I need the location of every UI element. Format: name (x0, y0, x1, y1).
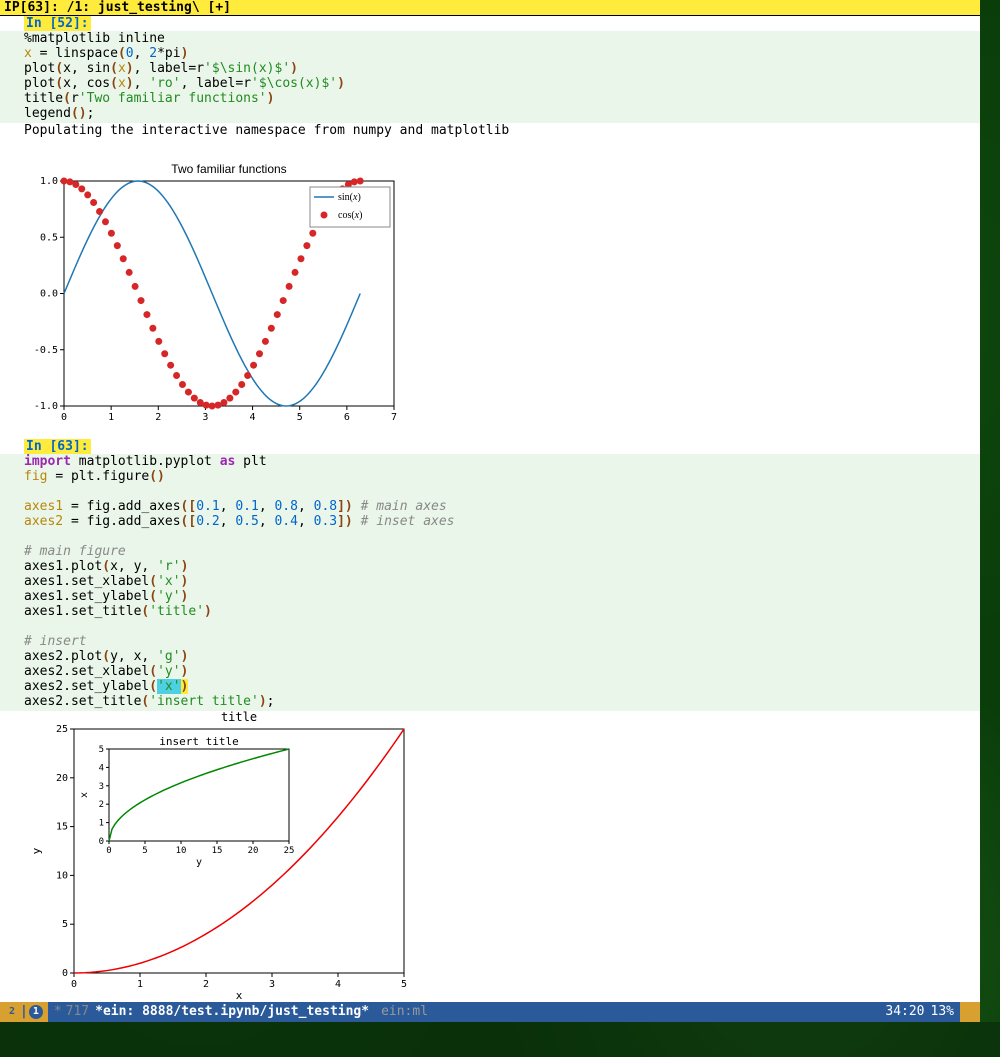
svg-text:15: 15 (56, 822, 68, 833)
svg-text:cos(x): cos(x) (338, 210, 362, 221)
svg-text:4: 4 (335, 979, 341, 990)
svg-text:3: 3 (202, 412, 208, 423)
svg-text:25: 25 (284, 846, 295, 856)
svg-text:1: 1 (99, 819, 104, 829)
svg-text:5: 5 (297, 412, 303, 423)
desktop-background-strip (0, 1022, 1000, 1057)
cursor-position: 'x' (157, 679, 180, 694)
svg-text:0: 0 (71, 979, 77, 990)
status-buffer-name: *ein: 8888/test.ipynb/just_testing* (95, 1002, 369, 1022)
svg-text:0: 0 (62, 968, 68, 979)
svg-text:5: 5 (142, 846, 147, 856)
svg-text:2: 2 (203, 979, 209, 990)
cell-2-plot: title0123450510152025xyinsert title05101… (0, 711, 980, 1009)
svg-text:-1.0: -1.0 (34, 401, 58, 412)
status-major-mode: ein:ml (381, 1002, 428, 1022)
status-end-block (960, 1002, 980, 1022)
svg-text:0: 0 (61, 412, 67, 423)
svg-text:5: 5 (401, 979, 407, 990)
svg-text:4: 4 (99, 763, 104, 773)
svg-text:0: 0 (99, 837, 104, 847)
cell-2-prompt: In [63]: (24, 439, 91, 454)
svg-text:insert title: insert title (159, 735, 238, 748)
svg-text:0.5: 0.5 (40, 232, 58, 243)
svg-text:-0.5: -0.5 (34, 345, 58, 356)
editor-frame: IP[63]: /1: just_testing\ [+] In [52]: %… (0, 0, 980, 1022)
svg-text:3: 3 (99, 782, 104, 792)
svg-text:y: y (196, 857, 202, 868)
svg-text:5: 5 (99, 745, 104, 755)
svg-text:Two familiar functions: Two familiar functions (171, 162, 286, 176)
svg-text:x: x (236, 989, 243, 1001)
svg-text:15: 15 (212, 846, 223, 856)
svg-text:title: title (221, 711, 257, 724)
title-bar: IP[63]: /1: just_testing\ [+] (0, 0, 980, 16)
status-line-count: 717 (66, 1002, 89, 1022)
svg-text:4: 4 (250, 412, 256, 423)
cell-1-prompt: In [52]: (24, 16, 91, 31)
svg-text:10: 10 (176, 846, 187, 856)
status-cursor-pos: 34:20 (885, 1002, 924, 1022)
svg-text:2: 2 (99, 800, 104, 810)
svg-text:6: 6 (344, 412, 350, 423)
svg-text:0.0: 0.0 (40, 289, 58, 300)
svg-text:1.0: 1.0 (40, 176, 58, 187)
cell-1-output-text: Populating the interactive namespace fro… (0, 123, 980, 153)
svg-text:1: 1 (108, 412, 114, 423)
svg-text:0: 0 (106, 846, 111, 856)
svg-text:20: 20 (56, 773, 68, 784)
svg-text:2: 2 (155, 412, 161, 423)
chart-inset-axes: title0123450510152025xyinsert title05101… (24, 711, 424, 1001)
svg-text:10: 10 (56, 870, 68, 881)
status-bar: 2|1 * 717 *ein: 8888/test.ipynb/just_tes… (0, 1002, 980, 1022)
svg-text:1: 1 (137, 979, 143, 990)
status-workspace-badge[interactable]: 2|1 (0, 1002, 48, 1022)
svg-text:5: 5 (62, 919, 68, 930)
svg-text:3: 3 (269, 979, 275, 990)
cell-1-plot: Two familiar functions 0 1 2 3 4 5 6 7 -1.0 -0.5 0.… (0, 153, 980, 439)
svg-text:25: 25 (56, 724, 68, 735)
svg-text:20: 20 (248, 846, 259, 856)
svg-text:7: 7 (391, 412, 397, 423)
svg-text:sin(x): sin(x) (338, 192, 361, 203)
svg-text:x: x (79, 792, 90, 798)
cell-2[interactable]: In [63]: import matplotlib.pyplot as plt… (0, 439, 980, 1009)
status-modified-icon: * (54, 1002, 62, 1022)
status-scroll-pct: 13% (931, 1002, 954, 1022)
chart-two-familiar-functions: Two familiar functions 0 1 2 3 4 5 6 7 -1.0 -0.5 0.… (24, 161, 404, 431)
cell-1-code[interactable]: %matplotlib inline x = linspace(0, 2*pi)… (0, 31, 980, 123)
cell-2-code[interactable]: import matplotlib.pyplot as plt fig = pl… (0, 454, 980, 711)
svg-text:y: y (30, 847, 43, 854)
cell-1[interactable]: In [52]: %matplotlib inline x = linspace… (0, 16, 980, 439)
